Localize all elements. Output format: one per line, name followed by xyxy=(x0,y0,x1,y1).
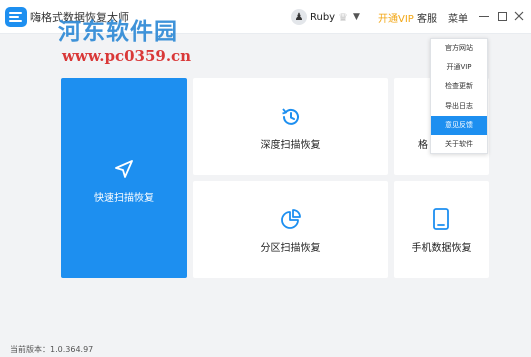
phone-recovery-label: 手机数据恢复 xyxy=(411,243,472,254)
partition-scan-card[interactable]: 分区扫描恢复 xyxy=(193,181,388,278)
format-scan-label: 格 xyxy=(418,140,428,151)
user-name: Ruby xyxy=(310,11,336,23)
watermark-url: www.pc0359.cn xyxy=(62,47,192,65)
phone-recovery-card[interactable]: 手机数据恢复 xyxy=(394,181,489,278)
chevron-down-icon[interactable]: ▼ xyxy=(353,12,360,22)
menu-item-check-update[interactable]: 检查更新 xyxy=(431,77,487,96)
watermark-text: 河东软件园 xyxy=(58,19,178,45)
crown-icon: ♛ xyxy=(338,10,348,24)
vip-button[interactable]: 开通VIP xyxy=(378,10,414,25)
main-menu-dropdown: 官方网站 开通VIP 检查更新 导出日志 意见反馈 关于软件 xyxy=(430,38,488,154)
menu-item-feedback[interactable]: 意见反馈 xyxy=(431,115,487,135)
avatar: ♟ xyxy=(291,9,307,25)
history-clock-icon xyxy=(282,108,299,125)
menu-item-about[interactable]: 关于软件 xyxy=(431,135,487,154)
quick-scan-label: 快速扫描恢复 xyxy=(94,193,154,204)
version-text: 当前版本：1.0.364.97 xyxy=(10,345,94,354)
user-account[interactable]: ♟ Ruby ♛ ▼ xyxy=(291,8,360,26)
deep-scan-label: 深度扫描恢复 xyxy=(260,140,321,151)
menu-button[interactable]: 菜单 xyxy=(448,10,468,25)
phone-icon xyxy=(433,208,449,230)
partition-scan-label: 分区扫描恢复 xyxy=(260,243,321,254)
quick-scan-card[interactable]: 快速扫描恢复 xyxy=(61,78,187,278)
navigation-arrow-icon xyxy=(115,160,133,178)
maximize-icon xyxy=(497,11,507,21)
menu-item-official-site[interactable]: 官方网站 xyxy=(431,39,487,58)
customer-service-button[interactable]: 客服 xyxy=(417,10,437,25)
maximize-button[interactable] xyxy=(495,8,509,24)
close-icon xyxy=(514,11,524,21)
deep-scan-card[interactable]: 深度扫描恢复 xyxy=(193,78,388,175)
pie-chart-icon xyxy=(281,209,301,229)
minimize-button[interactable] xyxy=(477,8,491,24)
menu-item-export-log[interactable]: 导出日志 xyxy=(431,97,487,116)
menu-item-vip[interactable]: 开通VIP xyxy=(431,58,487,77)
app-logo-icon xyxy=(5,7,27,27)
minimize-icon xyxy=(479,15,489,17)
close-button[interactable] xyxy=(512,8,526,24)
